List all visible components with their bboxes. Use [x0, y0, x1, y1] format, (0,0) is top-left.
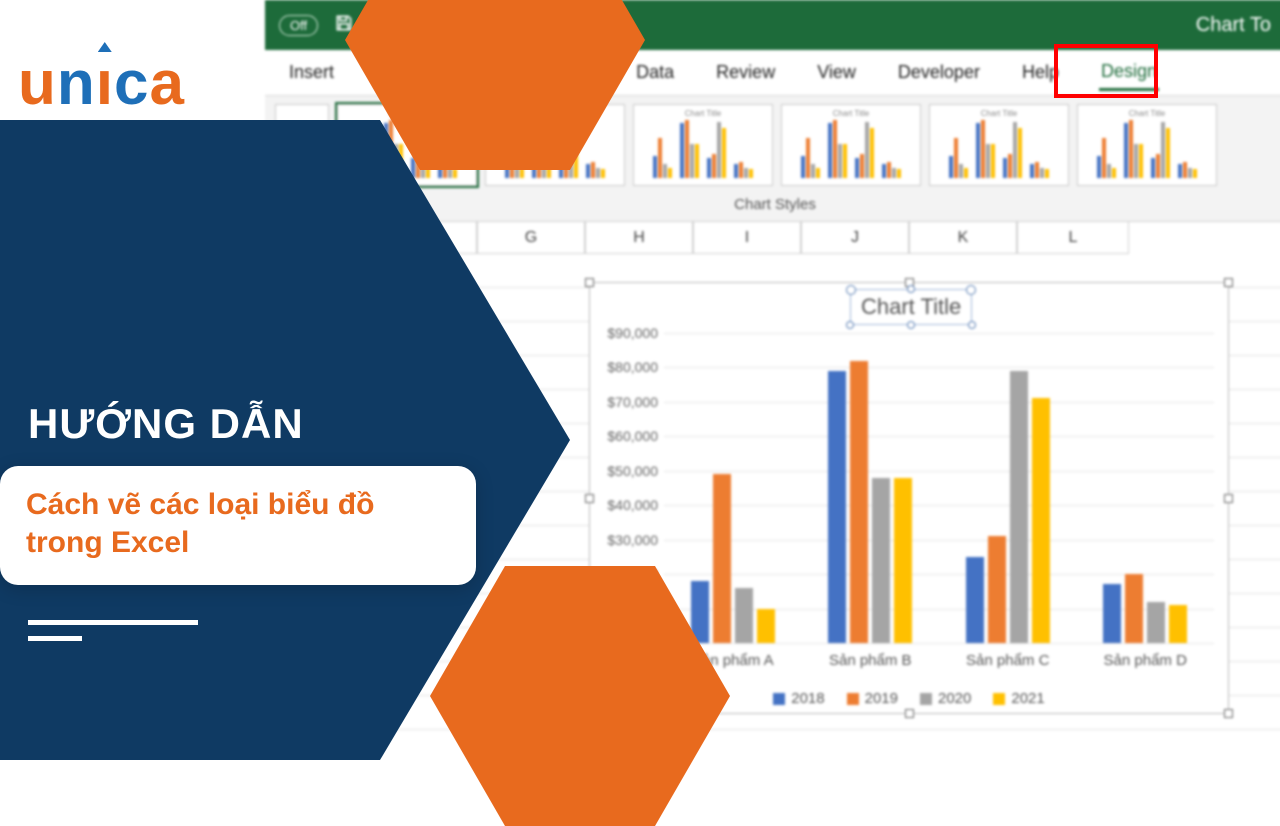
chart-style-thumbnail[interactable]: Chart Title — [929, 104, 1069, 186]
undo-icon[interactable] — [370, 13, 390, 38]
underline-decoration — [28, 636, 82, 641]
tab-design[interactable]: Design — [1099, 55, 1159, 91]
chart-tools-context-label: Chart To — [1196, 14, 1271, 37]
tab-review[interactable]: Review — [714, 56, 777, 89]
ribbon-tabs: Insert Page Layout Formulas Data Review … — [265, 50, 1280, 96]
tab-data[interactable]: Data — [634, 56, 676, 89]
tab-insert[interactable]: Insert — [287, 56, 336, 89]
filter-dropdown-icon[interactable]: ▼ — [297, 263, 313, 279]
autosave-off-pill[interactable]: Off — [279, 15, 318, 36]
excel-screenshot: Off ▼ Chart To Insert Page Layout Formul… — [265, 0, 1280, 720]
chart-title[interactable]: Chart Title — [850, 289, 972, 325]
unica-logo: unıca — [18, 48, 185, 119]
chart-style-thumbnail[interactable]: Chart Title — [781, 104, 921, 186]
chart-style-thumbnail[interactable]: Chart Title — [633, 104, 773, 186]
save-icon[interactable] — [334, 13, 354, 38]
chart-style-thumbnail[interactable]: Chart Title — [337, 104, 477, 186]
tab-page-layout[interactable]: Page Layout — [374, 56, 479, 89]
ribbon-chart-styles: Chart TitleChart TitleChart TitleChart T… — [265, 96, 1280, 222]
tab-help[interactable]: Help — [1020, 56, 1061, 89]
embedded-chart[interactable]: Chart Title $0$10,000$20,000$30,000$40,0… — [589, 282, 1229, 714]
underline-decoration — [28, 620, 198, 625]
quick-access-toolbar: Off ▼ Chart To — [265, 0, 1280, 50]
redo-dropdown-icon[interactable]: ▼ — [406, 18, 418, 32]
column-headers: E F G H I J K L — [265, 222, 1280, 254]
tab-formulas[interactable]: Formulas — [517, 56, 596, 89]
chart-legend: 2018 2019 2020 2021 — [590, 690, 1228, 707]
headline-text: HƯỚNG DẪN — [28, 400, 304, 448]
worksheet-grid[interactable]: E F G H I J K L ▼ 2021▼ 126$10,017 0$48,… — [265, 222, 1280, 742]
chart-style-thumbnail[interactable]: Chart Title — [1077, 104, 1217, 186]
change-colors-button[interactable] — [275, 104, 329, 186]
chart-plot-area: $0$10,000$20,000$30,000$40,000$50,000$60… — [664, 333, 1214, 643]
ribbon-group-label: Chart Styles — [275, 186, 1275, 217]
tab-view[interactable]: View — [815, 56, 858, 89]
tab-developer[interactable]: Developer — [896, 56, 982, 89]
data-table-fragment: ▼ 2021▼ 126$10,017 0$48,640 $71,009 $11,… — [265, 254, 450, 424]
chart-style-thumbnail[interactable]: Chart Title — [485, 104, 625, 186]
filter-dropdown-icon[interactable]: ▼ — [379, 263, 395, 279]
